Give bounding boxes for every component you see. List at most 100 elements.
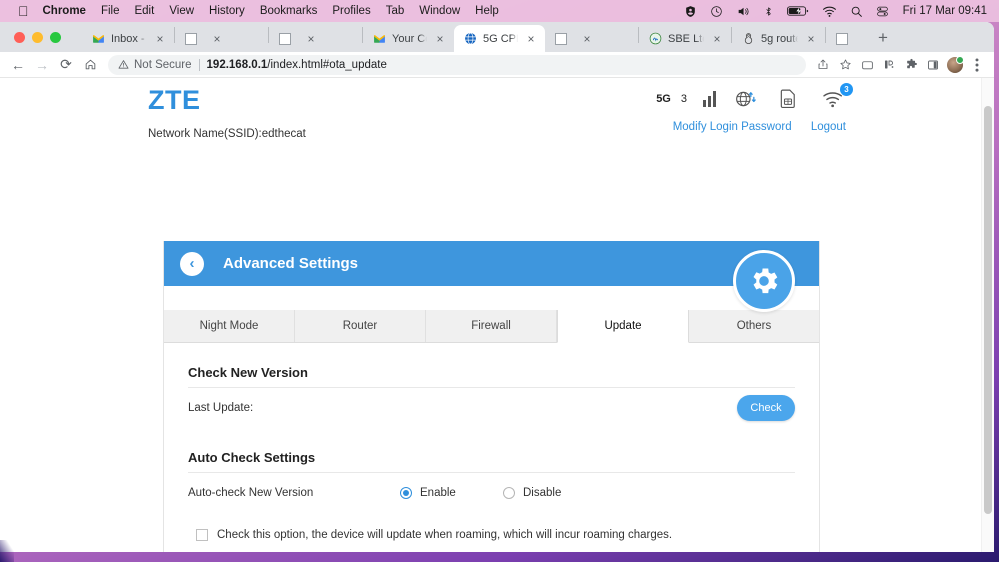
browser-tab-strip: Inbox - dav × × × Your Contra × <box>0 22 994 52</box>
check-button[interactable]: Check <box>737 395 795 421</box>
menubar-clock[interactable]: Fri 17 Mar 09:41 <box>903 5 987 17</box>
zte-router-page: ZTE Network Name(SSID):edthecat 5G 3 <box>0 78 986 552</box>
auto-check-settings-heading: Auto Check Settings <box>188 428 795 473</box>
auto-check-label: Auto-check New Version <box>188 487 400 499</box>
menu-item-file[interactable]: File <box>101 5 120 17</box>
panel-header: ‹ Advanced Settings <box>164 241 819 286</box>
radio-disable[interactable]: Disable <box>503 487 561 499</box>
control-center-icon[interactable] <box>876 5 889 18</box>
tab-night-mode[interactable]: Night Mode <box>164 310 295 342</box>
volume-icon[interactable] <box>736 5 750 18</box>
spotlight-search-icon[interactable] <box>850 5 863 18</box>
chevron-left-icon[interactable]: ‹ <box>180 252 204 276</box>
signal-level-label: 3 <box>681 93 687 105</box>
chrome-window: Inbox - dav × × × Your Contra × <box>0 22 994 552</box>
radio-disable-indicator[interactable] <box>503 487 515 499</box>
router-header: ZTE Network Name(SSID):edthecat 5G 3 <box>148 87 846 142</box>
radio-enable[interactable]: Enable <box>400 487 503 499</box>
extension-icon[interactable] <box>878 54 900 76</box>
browser-tab-blank-2[interactable]: × <box>269 25 362 52</box>
close-tab-button[interactable]: × <box>579 31 595 47</box>
menu-item-edit[interactable]: Edit <box>134 5 154 17</box>
close-tab-button[interactable]: × <box>523 31 539 47</box>
menu-item-help[interactable]: Help <box>475 5 499 17</box>
warning-triangle-icon <box>118 59 129 70</box>
time-machine-icon[interactable] <box>710 5 723 18</box>
macos-menu-bar:  Chrome File Edit View History Bookmark… <box>0 0 999 22</box>
sbe-icon <box>648 32 662 46</box>
bookmark-star-icon[interactable] <box>834 54 856 76</box>
side-panel-icon[interactable] <box>922 54 944 76</box>
tab-others[interactable]: Others <box>689 310 819 342</box>
three-dot-menu-icon[interactable] <box>966 54 988 76</box>
minimize-window-button[interactable] <box>32 32 43 43</box>
home-button[interactable] <box>78 53 102 77</box>
network-type-label: 5G <box>656 93 671 105</box>
modify-login-password-link[interactable]: Modify Login Password <box>673 121 792 133</box>
new-tab-button[interactable]: + <box>870 25 896 51</box>
bluetooth-icon[interactable] <box>763 5 774 18</box>
logout-link[interactable]: Logout <box>811 121 846 133</box>
menu-item-bookmarks[interactable]: Bookmarks <box>260 5 318 17</box>
zte-globe-icon <box>463 32 477 46</box>
router-header-links: Modify Login Password Logout <box>657 121 846 133</box>
menu-item-window[interactable]: Window <box>419 5 460 17</box>
roaming-checkbox[interactable] <box>196 529 208 541</box>
browser-tab-5g-cpe[interactable]: 5G CPE × <box>454 25 545 52</box>
browser-tab-title: Inbox - dav <box>111 33 147 45</box>
browser-tab-blank-3[interactable]: × <box>545 25 638 52</box>
apple-icon[interactable]:  <box>18 4 29 18</box>
close-tab-button[interactable]: × <box>709 31 725 47</box>
apply-button-row: Apply <box>188 541 795 552</box>
menu-item-profiles[interactable]: Profiles <box>332 5 370 17</box>
tab-router[interactable]: Router <box>295 310 426 342</box>
browser-tab-blank-4[interactable] <box>826 25 866 52</box>
roaming-checkbox-label: Check this option, the device will updat… <box>217 529 672 541</box>
share-icon[interactable] <box>812 54 834 76</box>
tab-search-icon[interactable] <box>856 54 878 76</box>
close-tab-button[interactable]: × <box>803 31 819 47</box>
back-button[interactable]: ← <box>6 53 30 77</box>
settings-tab-bar: Night Mode Router Firewall Update Others <box>164 310 819 343</box>
radio-enable-indicator[interactable] <box>400 487 412 499</box>
browser-tab-sbe-ltd[interactable]: SBE Ltd As × <box>639 25 731 52</box>
gear-icon[interactable] <box>733 250 795 312</box>
page-title: Advanced Settings <box>223 255 358 272</box>
forward-button[interactable]: → <box>30 53 54 77</box>
close-tab-button[interactable]: × <box>209 31 225 47</box>
blank-icon <box>554 32 568 46</box>
close-tab-button[interactable]: × <box>432 31 448 47</box>
tab-update[interactable]: Update <box>557 310 689 343</box>
shield-user-icon[interactable] <box>684 5 697 18</box>
page-scrollbar-thumb[interactable] <box>984 106 992 514</box>
puzzle-extensions-icon[interactable] <box>900 54 922 76</box>
reload-button[interactable]: ⟳ <box>54 53 78 77</box>
wifi-icon[interactable] <box>822 5 837 18</box>
router-status-icons: 5G 3 3 <box>656 89 846 109</box>
close-tab-button[interactable]: × <box>303 31 319 47</box>
update-tab-content: Check New Version Last Update: Check Aut… <box>164 343 819 552</box>
tab-firewall[interactable]: Firewall <box>426 310 557 342</box>
close-tab-button[interactable]: × <box>152 31 168 47</box>
page-scrollbar[interactable] <box>981 78 994 552</box>
address-bar[interactable]: Not Secure 192.168.0.1/index.html#ota_up… <box>108 55 806 75</box>
signal-bars-icon <box>703 91 716 107</box>
roaming-checkbox-row[interactable]: Check this option, the device will updat… <box>188 513 795 541</box>
menu-item-chrome[interactable]: Chrome <box>43 5 86 17</box>
wifi-client-count-badge: 3 <box>840 83 853 96</box>
menu-item-view[interactable]: View <box>169 5 194 17</box>
close-window-button[interactable] <box>14 32 25 43</box>
maximize-window-button[interactable] <box>50 32 61 43</box>
avatar[interactable] <box>944 54 966 76</box>
omnibox-divider <box>199 59 200 71</box>
menu-item-history[interactable]: History <box>209 5 245 17</box>
battery-charging-icon[interactable] <box>787 5 809 17</box>
browser-tab-blank-1[interactable]: × <box>175 25 268 52</box>
wifi-icon: 3 <box>822 89 846 109</box>
not-secure-indicator[interactable]: Not Secure <box>118 59 192 71</box>
browser-tab-5g-router[interactable]: 5g router: I × <box>732 25 825 52</box>
blank-icon <box>278 32 292 46</box>
browser-tab-your-contract[interactable]: Your Contra × <box>363 25 454 52</box>
menu-item-tab[interactable]: Tab <box>386 5 405 17</box>
browser-tab-inbox[interactable]: Inbox - dav × <box>82 25 174 52</box>
